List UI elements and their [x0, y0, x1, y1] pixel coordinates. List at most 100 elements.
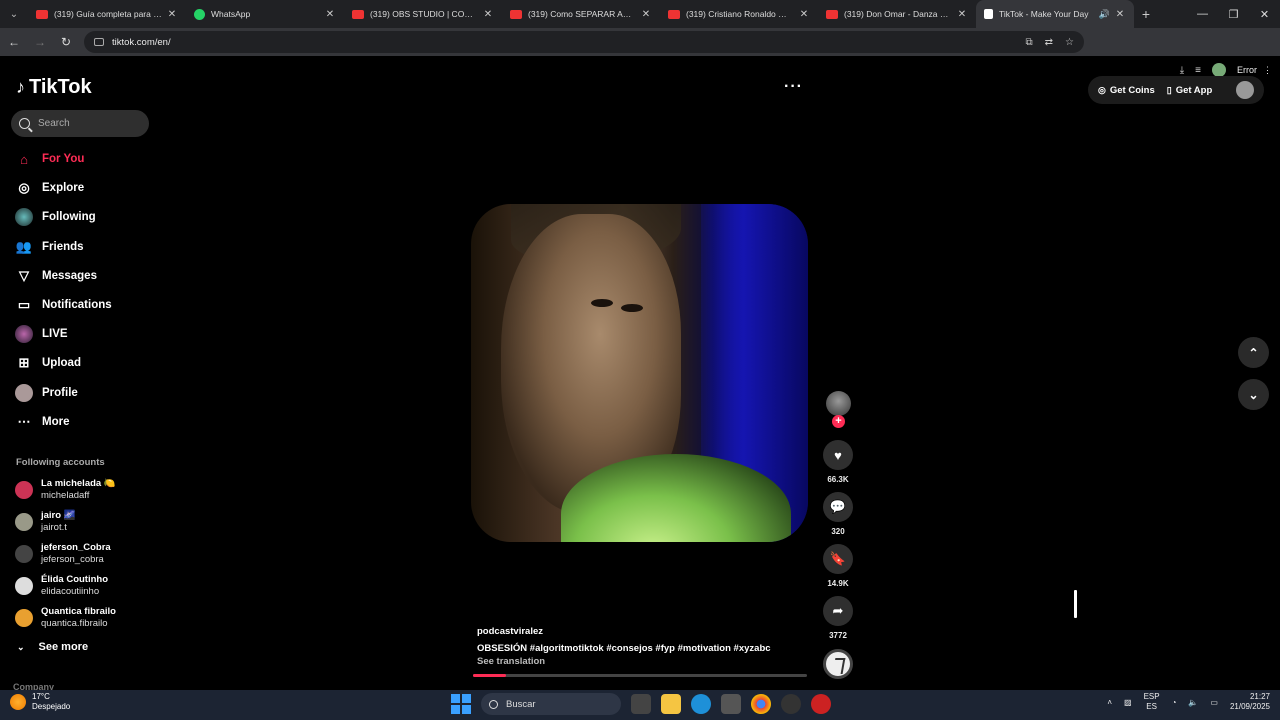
new-tab-button[interactable]: + — [1134, 6, 1158, 22]
following-account[interactable]: jeferson_Cobra jeferson_cobra — [15, 542, 111, 566]
share-arrow-icon[interactable]: ➦ — [823, 596, 853, 626]
browser-tab[interactable]: (319) OBS STUDIO | CONFIGUR ✕ — [344, 0, 502, 28]
see-translation-link[interactable]: See translation — [477, 656, 807, 667]
following-account[interactable]: Élida Coutinho elidacoutiinho — [15, 574, 108, 598]
video-progress-bar[interactable] — [473, 674, 807, 677]
nav-label: More — [42, 416, 70, 428]
comment-icon[interactable]: 💬 — [823, 492, 853, 522]
translate-icon[interactable]: ⇄ — [1045, 37, 1053, 48]
chevron-up-icon[interactable]: ⌃ — [1238, 337, 1269, 368]
nav-following[interactable]: Following — [15, 208, 96, 226]
close-icon[interactable]: ✕ — [166, 9, 178, 20]
music-disc-icon[interactable] — [823, 649, 853, 679]
bookmark-icon[interactable]: 🔖 — [823, 544, 853, 574]
see-more-button[interactable]: ⌄ See more — [17, 641, 88, 653]
save-action[interactable]: 🔖 14.9K — [823, 544, 853, 588]
browser-tab[interactable]: (319) Guía completa para hacer ✕ — [28, 0, 186, 28]
tiktok-logo[interactable]: ♪ TikTok — [16, 76, 92, 99]
browser-tab-active[interactable]: TikTok - Make Your Day 🔊 ✕ — [976, 0, 1134, 28]
more-options-icon[interactable]: ··· — [784, 78, 803, 96]
wifi-icon[interactable]: ◔ — [1172, 698, 1177, 707]
following-account[interactable]: jairo 🌌 jairot.t — [15, 510, 76, 534]
url-text: tiktok.com/en/ — [112, 36, 171, 48]
close-icon[interactable]: ✕ — [482, 9, 494, 20]
nav-live[interactable]: LIVE — [15, 325, 68, 343]
nav-profile[interactable]: Profile — [15, 384, 78, 402]
clock[interactable]: 21:27 21/09/2025 — [1230, 692, 1270, 712]
close-icon[interactable]: ✕ — [956, 9, 968, 20]
get-coins-button[interactable]: ◎ Get Coins — [1098, 85, 1155, 96]
account-handle: jeferson_cobra — [41, 554, 104, 565]
browser-tab[interactable]: (319) Don Omar - Danza Kudur ✕ — [818, 0, 976, 28]
video-player[interactable] — [471, 204, 808, 542]
close-icon[interactable]: ✕ — [324, 9, 336, 20]
video-username[interactable]: podcastviralez — [477, 626, 807, 637]
close-window-icon[interactable]: ✕ — [1249, 0, 1280, 28]
chevron-up-icon[interactable]: ˄ — [1107, 698, 1112, 707]
browser-tab[interactable]: WhatsApp ✕ — [186, 0, 344, 28]
comment-action[interactable]: 💬 320 — [823, 492, 853, 536]
following-account[interactable]: Quantica fibrailo quantica.fibrailo — [15, 606, 116, 630]
user-avatar[interactable] — [1236, 81, 1254, 99]
network-disabled-icon[interactable]: ▨ — [1124, 698, 1132, 707]
close-icon[interactable]: ✕ — [798, 9, 810, 20]
opera-icon[interactable] — [811, 694, 831, 714]
edge-icon[interactable] — [691, 694, 711, 714]
download-icon[interactable]: ⤓ — [1180, 65, 1184, 76]
tab-title: (319) Cristiano Ronaldo ← "DA — [686, 9, 794, 19]
back-icon[interactable]: ← — [2, 30, 26, 54]
like-action[interactable]: ♥ 66.3K — [823, 440, 853, 484]
profile-avatar-icon[interactable] — [1212, 63, 1226, 77]
following-account[interactable]: La michelada 🍋 micheladaff — [15, 478, 116, 502]
store-icon[interactable] — [721, 694, 741, 714]
kebab-menu-icon[interactable]: ⋮ — [1263, 65, 1272, 76]
nav-notifications[interactable]: ▭ Notifications — [15, 296, 112, 314]
bookmark-star-icon[interactable]: ☆ — [1065, 37, 1074, 48]
follow-plus-icon[interactable]: + — [832, 415, 845, 428]
share-action[interactable]: ➦ 3772 — [823, 596, 853, 640]
nav-messages[interactable]: ▽ Messages — [15, 267, 97, 285]
obs-icon[interactable] — [781, 694, 801, 714]
volume-icon[interactable]: 🔈 — [1188, 698, 1198, 707]
creator-avatar[interactable] — [826, 391, 851, 416]
install-app-icon[interactable]: ⧉ — [1026, 37, 1033, 48]
browser-tab[interactable]: (319) Cristiano Ronaldo ← "DA ✕ — [660, 0, 818, 28]
chevron-down-icon[interactable]: ⌄ — [1238, 379, 1269, 410]
error-button[interactable]: Error ⋮ — [1237, 65, 1272, 76]
heart-icon[interactable]: ♥ — [823, 440, 853, 470]
speaker-icon[interactable]: 🔊 — [1099, 9, 1110, 20]
task-view-icon[interactable] — [631, 694, 651, 714]
restore-icon[interactable]: ❐ — [1218, 0, 1249, 28]
nav-label: Profile — [42, 387, 78, 399]
tab-search-icon[interactable]: ⌄ — [0, 0, 28, 28]
search-input[interactable]: Search — [11, 110, 149, 137]
nav-for-you[interactable]: ⌂ For You — [15, 150, 84, 168]
nav-label: Upload — [42, 357, 81, 369]
address-bar[interactable]: tiktok.com/en/ ⧉ ⇄ ☆ — [84, 31, 1084, 53]
language-indicator[interactable]: ESP ES — [1144, 692, 1160, 712]
chrome-icon[interactable] — [751, 694, 771, 714]
close-icon[interactable]: ✕ — [640, 9, 652, 20]
nav-upload[interactable]: ⊞ Upload — [15, 354, 81, 372]
taskbar-search[interactable]: Buscar — [481, 693, 621, 715]
forward-icon[interactable]: → — [28, 30, 52, 54]
video-caption: podcastviralez OBSESIÓN #algoritmotiktok… — [477, 626, 807, 667]
windows-start-icon[interactable] — [451, 694, 471, 714]
nav-friends[interactable]: 👥 Friends — [15, 238, 84, 256]
coin-icon: ◎ — [1098, 84, 1106, 95]
reading-list-icon[interactable]: ≡ — [1195, 65, 1201, 76]
see-more-label: See more — [38, 641, 89, 653]
nav-more[interactable]: ⋯ More — [15, 413, 70, 431]
weather-widget[interactable]: 17°C Despejado — [10, 692, 70, 712]
account-handle: jairot.t — [41, 522, 67, 533]
minimize-icon[interactable]: — — [1187, 0, 1218, 28]
file-explorer-icon[interactable] — [661, 694, 681, 714]
browser-tab[interactable]: (319) Como SEPARAR AUDIOS ✕ — [502, 0, 660, 28]
send-icon: ▽ — [19, 268, 29, 283]
battery-icon[interactable]: ▭ — [1210, 698, 1218, 707]
close-icon[interactable]: ✕ — [1114, 9, 1126, 20]
site-info-icon[interactable] — [94, 38, 104, 46]
nav-explore[interactable]: ◎ Explore — [15, 179, 84, 197]
get-app-button[interactable]: ▯ Get App — [1167, 85, 1213, 96]
reload-icon[interactable]: ↻ — [54, 30, 78, 54]
